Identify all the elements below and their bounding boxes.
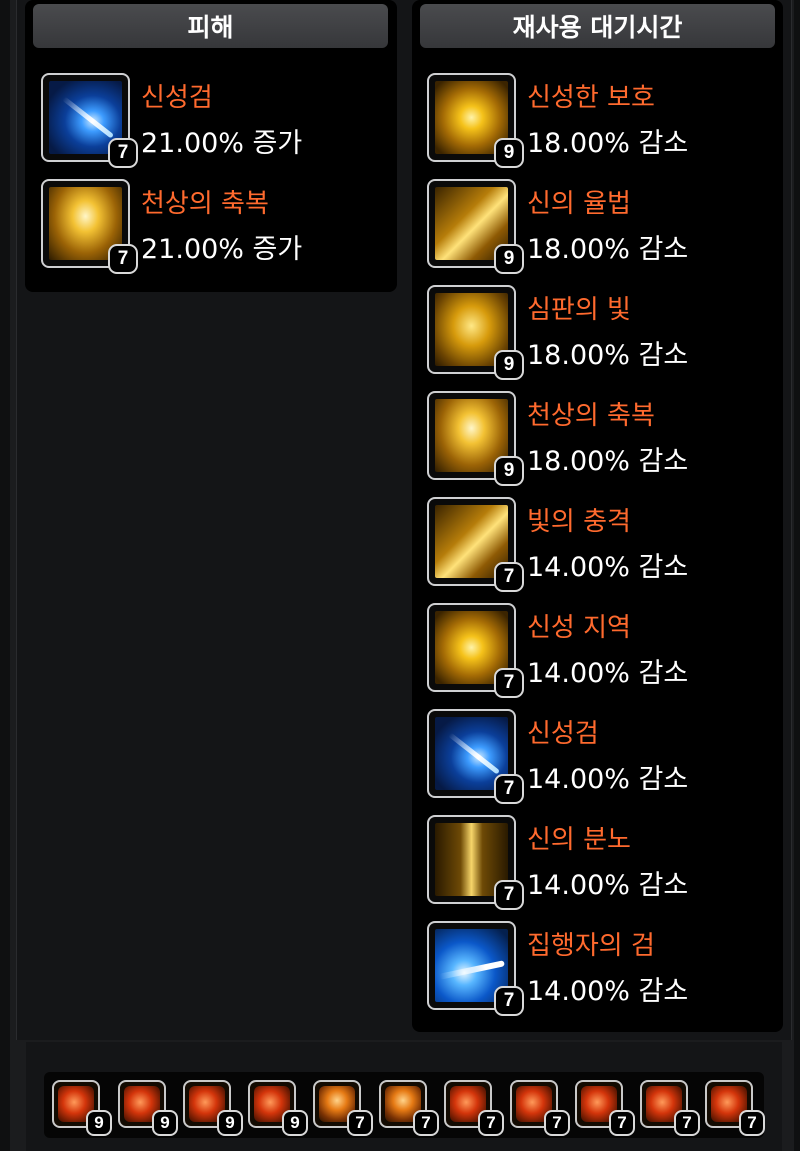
right-rail xyxy=(794,0,800,1151)
damage-gem-icon[interactable]: 9 xyxy=(52,1080,112,1136)
cooldown-skill-row[interactable]: 9 천상의 축복 18.00% 감소 xyxy=(427,391,767,486)
skill-value: 18.00% 감소 xyxy=(527,446,689,477)
skill-name: 신의 분노 xyxy=(527,825,631,855)
skill-value: 14.00% 감소 xyxy=(527,658,689,689)
cooldown-skill-row[interactable]: 9 심판의 빛 18.00% 감소 xyxy=(427,285,767,380)
skill-value: 14.00% 감소 xyxy=(527,764,689,795)
level-badge: 7 xyxy=(494,562,524,592)
gem-level-badge: 9 xyxy=(217,1110,243,1136)
skill-name: 신성검 xyxy=(141,83,213,113)
cooldown-skill-row[interactable]: 7 신의 분노 14.00% 감소 xyxy=(427,815,767,910)
damage-gem-icon[interactable]: 9 xyxy=(118,1080,178,1136)
gem-level-badge: 7 xyxy=(478,1110,504,1136)
skill-value: 21.00% 증가 xyxy=(141,234,303,265)
damage-gem-icon[interactable]: 9 xyxy=(248,1080,308,1136)
skill-value: 18.00% 감소 xyxy=(527,340,689,371)
cooldown-skill-row[interactable]: 9 신성한 보호 18.00% 감소 xyxy=(427,73,767,168)
damage-gem-icon[interactable]: 9 xyxy=(183,1080,243,1136)
light-shock-icon[interactable]: 7 xyxy=(427,497,524,592)
gem-level-badge: 7 xyxy=(674,1110,700,1136)
cooldown-gem-icon[interactable]: 7 xyxy=(313,1080,373,1136)
gem-level-badge: 7 xyxy=(544,1110,570,1136)
damage-gem-icon[interactable]: 7 xyxy=(510,1080,570,1136)
cooldown-skill-row[interactable]: 7 신성검 14.00% 감소 xyxy=(427,709,767,804)
skill-value: 14.00% 감소 xyxy=(527,976,689,1007)
damage-skill-row[interactable]: 7 신성검 21.00% 증가 xyxy=(41,73,381,168)
damage-panel-title: 피해 xyxy=(33,4,388,48)
holy-protection-icon[interactable]: 9 xyxy=(427,73,524,168)
level-badge: 7 xyxy=(494,880,524,910)
gem-level-badge: 9 xyxy=(86,1110,112,1136)
gem-level-badge: 7 xyxy=(609,1110,635,1136)
damage-skill-row[interactable]: 7 천상의 축복 21.00% 증가 xyxy=(41,179,381,274)
level-badge: 7 xyxy=(494,986,524,1016)
damage-gem-icon[interactable]: 7 xyxy=(705,1080,765,1136)
level-badge: 9 xyxy=(494,244,524,274)
divine-law-icon[interactable]: 9 xyxy=(427,179,524,274)
left-rail xyxy=(0,0,10,1151)
heavenly-blessing-icon[interactable]: 7 xyxy=(41,179,138,274)
cooldown-skill-row[interactable]: 7 집행자의 검 14.00% 감소 xyxy=(427,921,767,1016)
level-badge: 7 xyxy=(494,668,524,698)
heavenly-blessing-icon[interactable]: 9 xyxy=(427,391,524,486)
skill-name: 신성 지역 xyxy=(527,613,631,643)
skill-value: 14.00% 감소 xyxy=(527,552,689,583)
skill-name: 천상의 축복 xyxy=(527,401,655,431)
skill-name: 빛의 충격 xyxy=(527,507,631,537)
cooldown-skill-row[interactable]: 7 빛의 충격 14.00% 감소 xyxy=(427,497,767,592)
gem-level-badge: 7 xyxy=(413,1110,439,1136)
skill-name: 신성검 xyxy=(527,719,599,749)
gem-level-badge: 7 xyxy=(347,1110,373,1136)
damage-gem-icon[interactable]: 7 xyxy=(575,1080,635,1136)
holy-sword-icon[interactable]: 7 xyxy=(41,73,138,168)
level-badge: 9 xyxy=(494,456,524,486)
skill-name: 집행자의 검 xyxy=(527,931,655,961)
skill-value: 18.00% 감소 xyxy=(527,234,689,265)
skill-value: 21.00% 증가 xyxy=(141,128,303,159)
level-badge: 7 xyxy=(108,138,138,168)
level-badge: 7 xyxy=(494,774,524,804)
skill-name: 심판의 빛 xyxy=(527,295,631,325)
gem-level-badge: 7 xyxy=(739,1110,765,1136)
divine-wrath-icon[interactable]: 7 xyxy=(427,815,524,910)
light-of-judgment-icon[interactable]: 9 xyxy=(427,285,524,380)
damage-gem-icon[interactable]: 7 xyxy=(444,1080,504,1136)
level-badge: 9 xyxy=(494,350,524,380)
level-badge: 9 xyxy=(494,138,524,168)
cooldown-panel: 재사용 대기시간 9 신성한 보호 18.00% 감소 9 신의 율법 18.0… xyxy=(412,0,783,1032)
skill-name: 신의 율법 xyxy=(527,189,631,219)
damage-gem-icon[interactable]: 7 xyxy=(640,1080,700,1136)
damage-panel: 피해 7 신성검 21.00% 증가 7 천상의 축복 21.00% 증가 xyxy=(25,0,397,292)
skill-value: 14.00% 감소 xyxy=(527,870,689,901)
skill-name: 신성한 보호 xyxy=(527,83,655,113)
cooldown-panel-title: 재사용 대기시간 xyxy=(420,4,775,48)
cooldown-gem-icon[interactable]: 7 xyxy=(379,1080,439,1136)
gem-level-badge: 9 xyxy=(282,1110,308,1136)
cooldown-skill-row[interactable]: 7 신성 지역 14.00% 감소 xyxy=(427,603,767,698)
executioner-sword-icon[interactable]: 7 xyxy=(427,921,524,1016)
level-badge: 7 xyxy=(108,244,138,274)
skill-name: 천상의 축복 xyxy=(141,189,269,219)
holy-sword-icon[interactable]: 7 xyxy=(427,709,524,804)
cooldown-skill-row[interactable]: 9 신의 율법 18.00% 감소 xyxy=(427,179,767,274)
skill-value: 18.00% 감소 xyxy=(527,128,689,159)
gem-level-badge: 9 xyxy=(152,1110,178,1136)
holy-zone-icon[interactable]: 7 xyxy=(427,603,524,698)
